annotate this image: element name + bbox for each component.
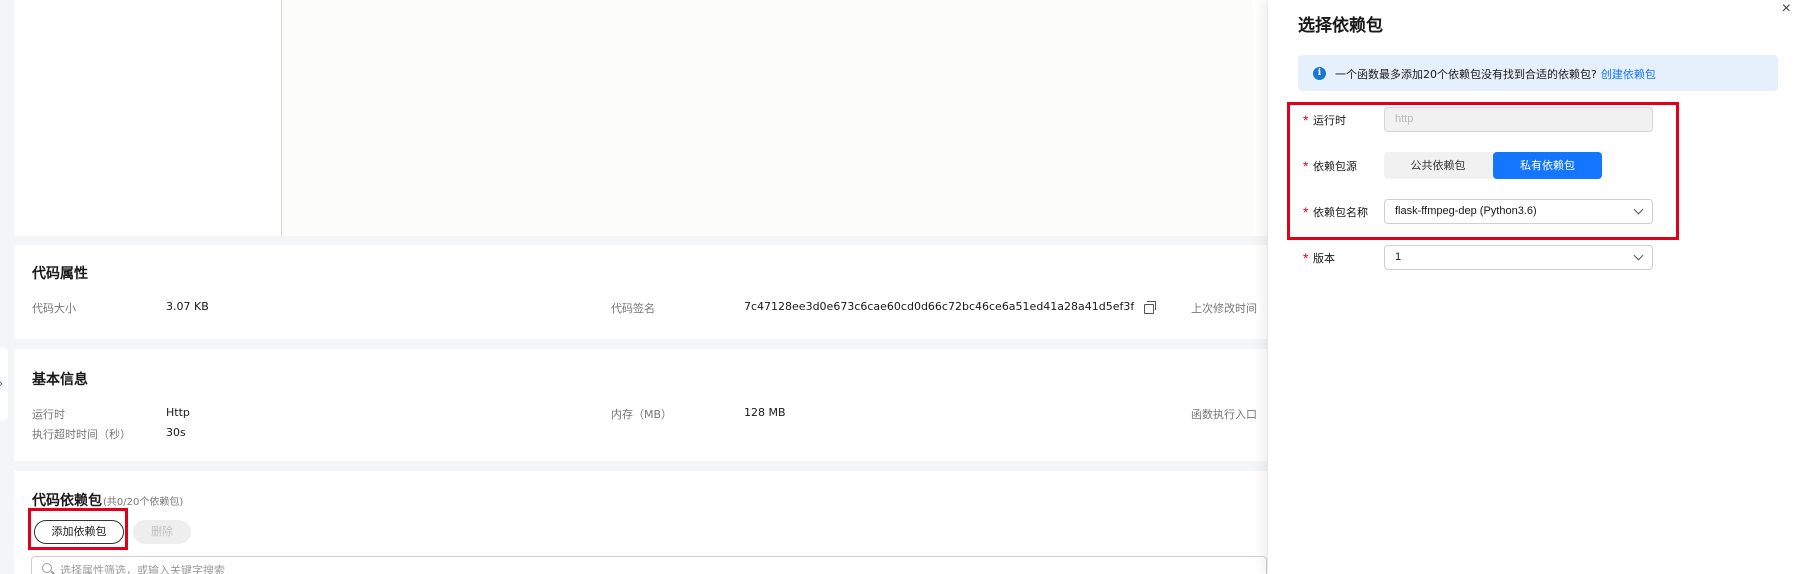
- chevron-right-icon[interactable]: ›: [0, 378, 3, 390]
- basic-info-card: 基本信息 运行时 Http 内存（MB） 128 MB 函数执行入口 执行超时时…: [14, 349, 1267, 461]
- search-input[interactable]: 选择属性筛选，或输入关键字搜索: [31, 556, 1267, 574]
- runtime-label: 运行时: [32, 408, 65, 421]
- version-select[interactable]: 1: [1384, 245, 1653, 270]
- copy-icon[interactable]: [1144, 301, 1156, 314]
- dependencies-title: 代码依赖包: [32, 493, 102, 509]
- last-modified-label: 上次修改时间: [1191, 302, 1257, 315]
- dependencies-count: (共0/20个依赖包): [103, 497, 184, 508]
- close-icon[interactable]: ×: [1782, 0, 1791, 18]
- code-properties-title: 代码属性: [32, 266, 88, 282]
- version-label: 版本: [1313, 252, 1335, 265]
- memory-label: 内存（MB）: [611, 408, 673, 421]
- select-dependency-drawer: 选择依赖包 × i 一个函数最多添加20个依赖包没有找到合适的依赖包? 创建依赖包…: [1268, 0, 1797, 574]
- highlight-box-form: [1287, 102, 1679, 240]
- highlight-box-add: [28, 508, 128, 550]
- info-text: 一个函数最多添加20个依赖包没有找到合适的依赖包? 创建依赖包: [1335, 66, 1656, 82]
- entry-label: 函数执行入口: [1191, 408, 1257, 421]
- basic-info-title: 基本信息: [32, 372, 88, 388]
- search-icon: [42, 563, 52, 573]
- drawer-title: 选择依赖包: [1298, 16, 1383, 36]
- code-size-label: 代码大小: [32, 302, 76, 315]
- delete-button[interactable]: 删除: [133, 520, 191, 544]
- timeout-value: 30s: [166, 426, 186, 439]
- chevron-down-icon: [1633, 250, 1644, 261]
- version-value: 1: [1395, 251, 1402, 263]
- info-banner: i 一个函数最多添加20个依赖包没有找到合适的依赖包? 创建依赖包: [1298, 55, 1778, 91]
- memory-value: 128 MB: [744, 406, 786, 419]
- runtime-value: Http: [166, 406, 190, 419]
- timeout-label: 执行超时时间（秒）: [32, 428, 131, 441]
- code-editor[interactable]: [282, 0, 1253, 236]
- info-message: 一个函数最多添加20个依赖包没有找到合适的依赖包?: [1335, 68, 1597, 81]
- info-icon: i: [1313, 67, 1326, 80]
- create-dependency-link[interactable]: 创建依赖包: [1601, 68, 1656, 81]
- code-signature-label: 代码签名: [611, 302, 655, 315]
- code-size-value: 3.07 KB: [166, 300, 209, 313]
- code-properties-card: 代码属性 代码大小 3.07 KB 代码签名 7c47128ee3d0e673c…: [14, 245, 1267, 339]
- required-mark: *: [1303, 250, 1309, 266]
- search-placeholder: 选择属性筛选，或输入关键字搜索: [60, 564, 225, 574]
- code-signature-value: 7c47128ee3d0e673c6cae60cd0d66c72bc46ce6a…: [744, 300, 1134, 313]
